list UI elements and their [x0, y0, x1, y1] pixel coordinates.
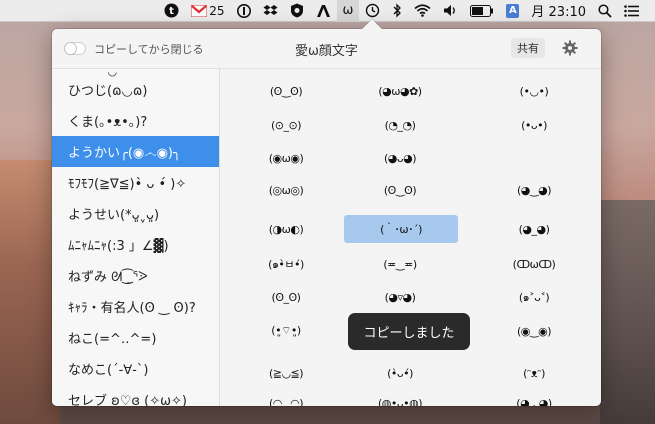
sidebar-item-yousei[interactable]: ようせい(*ᴗ͈ˬᴗ͈) — [52, 198, 219, 229]
wifi-icon[interactable] — [408, 0, 437, 22]
kaomoji-cell[interactable]: (ʘ_ʘ) — [229, 283, 343, 311]
font-icon[interactable] — [310, 0, 337, 22]
menu-bar: t 25 ω A 月 23:10 — [0, 0, 655, 22]
kaomoji-cell[interactable]: (◕ω◕✿) — [343, 77, 457, 105]
kaomoji-cell[interactable]: (ↀωↀ) — [477, 250, 591, 278]
kaomoji-cell[interactable]: (◔_◔) — [343, 111, 457, 139]
kaomoji-cell[interactable]: (◎ω◎) — [229, 176, 343, 204]
copied-toast: コピーしました — [348, 313, 470, 350]
desktop-wallpaper-left — [0, 160, 60, 424]
input-method-indicator[interactable]: A — [500, 0, 525, 22]
notification-center-icon[interactable] — [618, 0, 645, 22]
sidebar-item-celeb[interactable]: セレブ ʚ♡ɞ (✧ω✧) — [52, 384, 219, 406]
kaomoji-cell[interactable]: (◠‿◠) — [229, 389, 343, 407]
category-sidebar: ˙◡˙ ひつじ(ɷ◡ɷ) くま(｡•ᴥ•｡)? ようかい╭(◉෴◉)╮ ﾓﾌﾓﾌ… — [52, 69, 220, 406]
kaomoji-cell[interactable]: (•ᴗ•) — [477, 111, 591, 139]
info-icon[interactable] — [231, 0, 257, 22]
gmail-icon — [191, 4, 208, 17]
kaomoji-cell-selected[interactable]: (｀･ω･´) — [344, 215, 458, 243]
kaomoji-cell[interactable]: (◕▿◕) — [343, 283, 457, 311]
popover-header: コピーしてから閉じる 愛ω顔文字 共有 — [52, 29, 601, 68]
time-machine-icon[interactable] — [359, 0, 386, 22]
sidebar-item-neko[interactable]: ねこ(=^‥^=) — [52, 322, 219, 353]
kaomoji-cell[interactable]: (ᵔᴥᵔ) — [477, 359, 591, 387]
input-method-icon: A — [506, 3, 520, 18]
sidebar-item-nameko[interactable]: なめこ(´-∀-`) — [52, 353, 219, 384]
kaomoji-cell[interactable]: (◕ᴗ◕) — [343, 144, 457, 172]
share-button[interactable]: 共有 — [511, 38, 545, 58]
tumblr-icon[interactable]: t — [158, 0, 185, 22]
kaomoji-cell[interactable]: (◉‿◉) — [477, 317, 591, 345]
kaomoji-popover: コピーしてから閉じる 愛ω顔文字 共有 ˙◡˙ ひつじ(ɷ◡ɷ) くま(｡•ᴥ•… — [52, 19, 601, 407]
kaomoji-grid: (ʘ‿ʘ) (◕ω◕✿) (•◡•) (⊙_⊙) (◔_◔) (•ᴗ•) (◉ω… — [221, 69, 601, 407]
battery-icon[interactable] — [464, 0, 500, 22]
kaomoji-cell[interactable]: (๑˃ᴗ˂) — [477, 283, 591, 311]
kaomoji-cell[interactable]: (•̀ᴗ•́) — [343, 359, 457, 387]
kaomoji-cell[interactable]: (⊙_⊙) — [229, 111, 343, 139]
shield-icon[interactable] — [284, 0, 310, 22]
kaomoji-cell[interactable]: (◍•ᴗ•◍) — [343, 389, 457, 407]
kaomoji-cell[interactable]: (◑ω◐) — [229, 215, 343, 243]
dropbox-icon[interactable] — [257, 0, 284, 22]
kaomoji-cell[interactable]: (ʘ‿ʘ) — [343, 176, 457, 204]
gmail-count: 25 — [209, 3, 225, 18]
kaomoji-cell[interactable]: (◕_◕) — [477, 215, 591, 243]
kaomoji-cell[interactable]: (◕‿◕) — [477, 176, 591, 204]
kaomoji-cell[interactable]: (ʘ‿ʘ) — [229, 77, 343, 105]
sidebar-item-nezumi[interactable]: ねずみ ᘛ⁐̤ᕐᐷ — [52, 260, 219, 291]
kaomoji-menu-icon[interactable]: ω — [336, 0, 360, 22]
kaomoji-cell[interactable]: (•◡•) — [477, 77, 591, 105]
sidebar-item-munyamunya[interactable]: ﾑﾆｬﾑﾆｬ(:3 」∠▓) — [52, 229, 219, 260]
kaomoji-cell[interactable]: (•͈⌔•͈) — [229, 317, 343, 345]
sidebar-item-mofumofu[interactable]: ﾓﾌﾓﾌ(≧∇≦)•̀ ᴗ •́ )✧ — [52, 167, 219, 198]
spotlight-search-icon[interactable] — [592, 0, 618, 22]
sidebar-item-youkai[interactable]: ようかい╭(◉෴◉)╮ — [52, 136, 219, 167]
gear-icon[interactable] — [562, 40, 578, 56]
kaomoji-cell[interactable]: (๑•̀ㅂ•́) — [229, 250, 343, 278]
volume-icon[interactable] — [437, 0, 464, 22]
kaomoji-cell[interactable]: (◉ω◉) — [229, 144, 343, 172]
sidebar-item-characters[interactable]: ｷｬﾗ・有名人(ʘ ‿ ʘ)? — [52, 291, 219, 322]
clock[interactable]: 月 23:10 — [525, 0, 592, 22]
svg-text:t: t — [169, 6, 174, 17]
bluetooth-icon[interactable] — [386, 0, 408, 22]
sidebar-item-hitsuji[interactable]: ひつじ(ɷ◡ɷ) — [52, 74, 219, 105]
kaomoji-cell[interactable]: (◕ᆺ◕) — [477, 389, 591, 406]
kaomoji-cell[interactable]: (≖‿≖) — [343, 250, 457, 278]
kaomoji-cell[interactable]: (≧◡≦) — [229, 359, 343, 387]
desktop-wallpaper-right — [600, 200, 655, 424]
sidebar-item-kuma[interactable]: くま(｡•ᴥ•｡)? — [52, 105, 219, 136]
gmail-notifier[interactable]: 25 — [185, 0, 230, 22]
